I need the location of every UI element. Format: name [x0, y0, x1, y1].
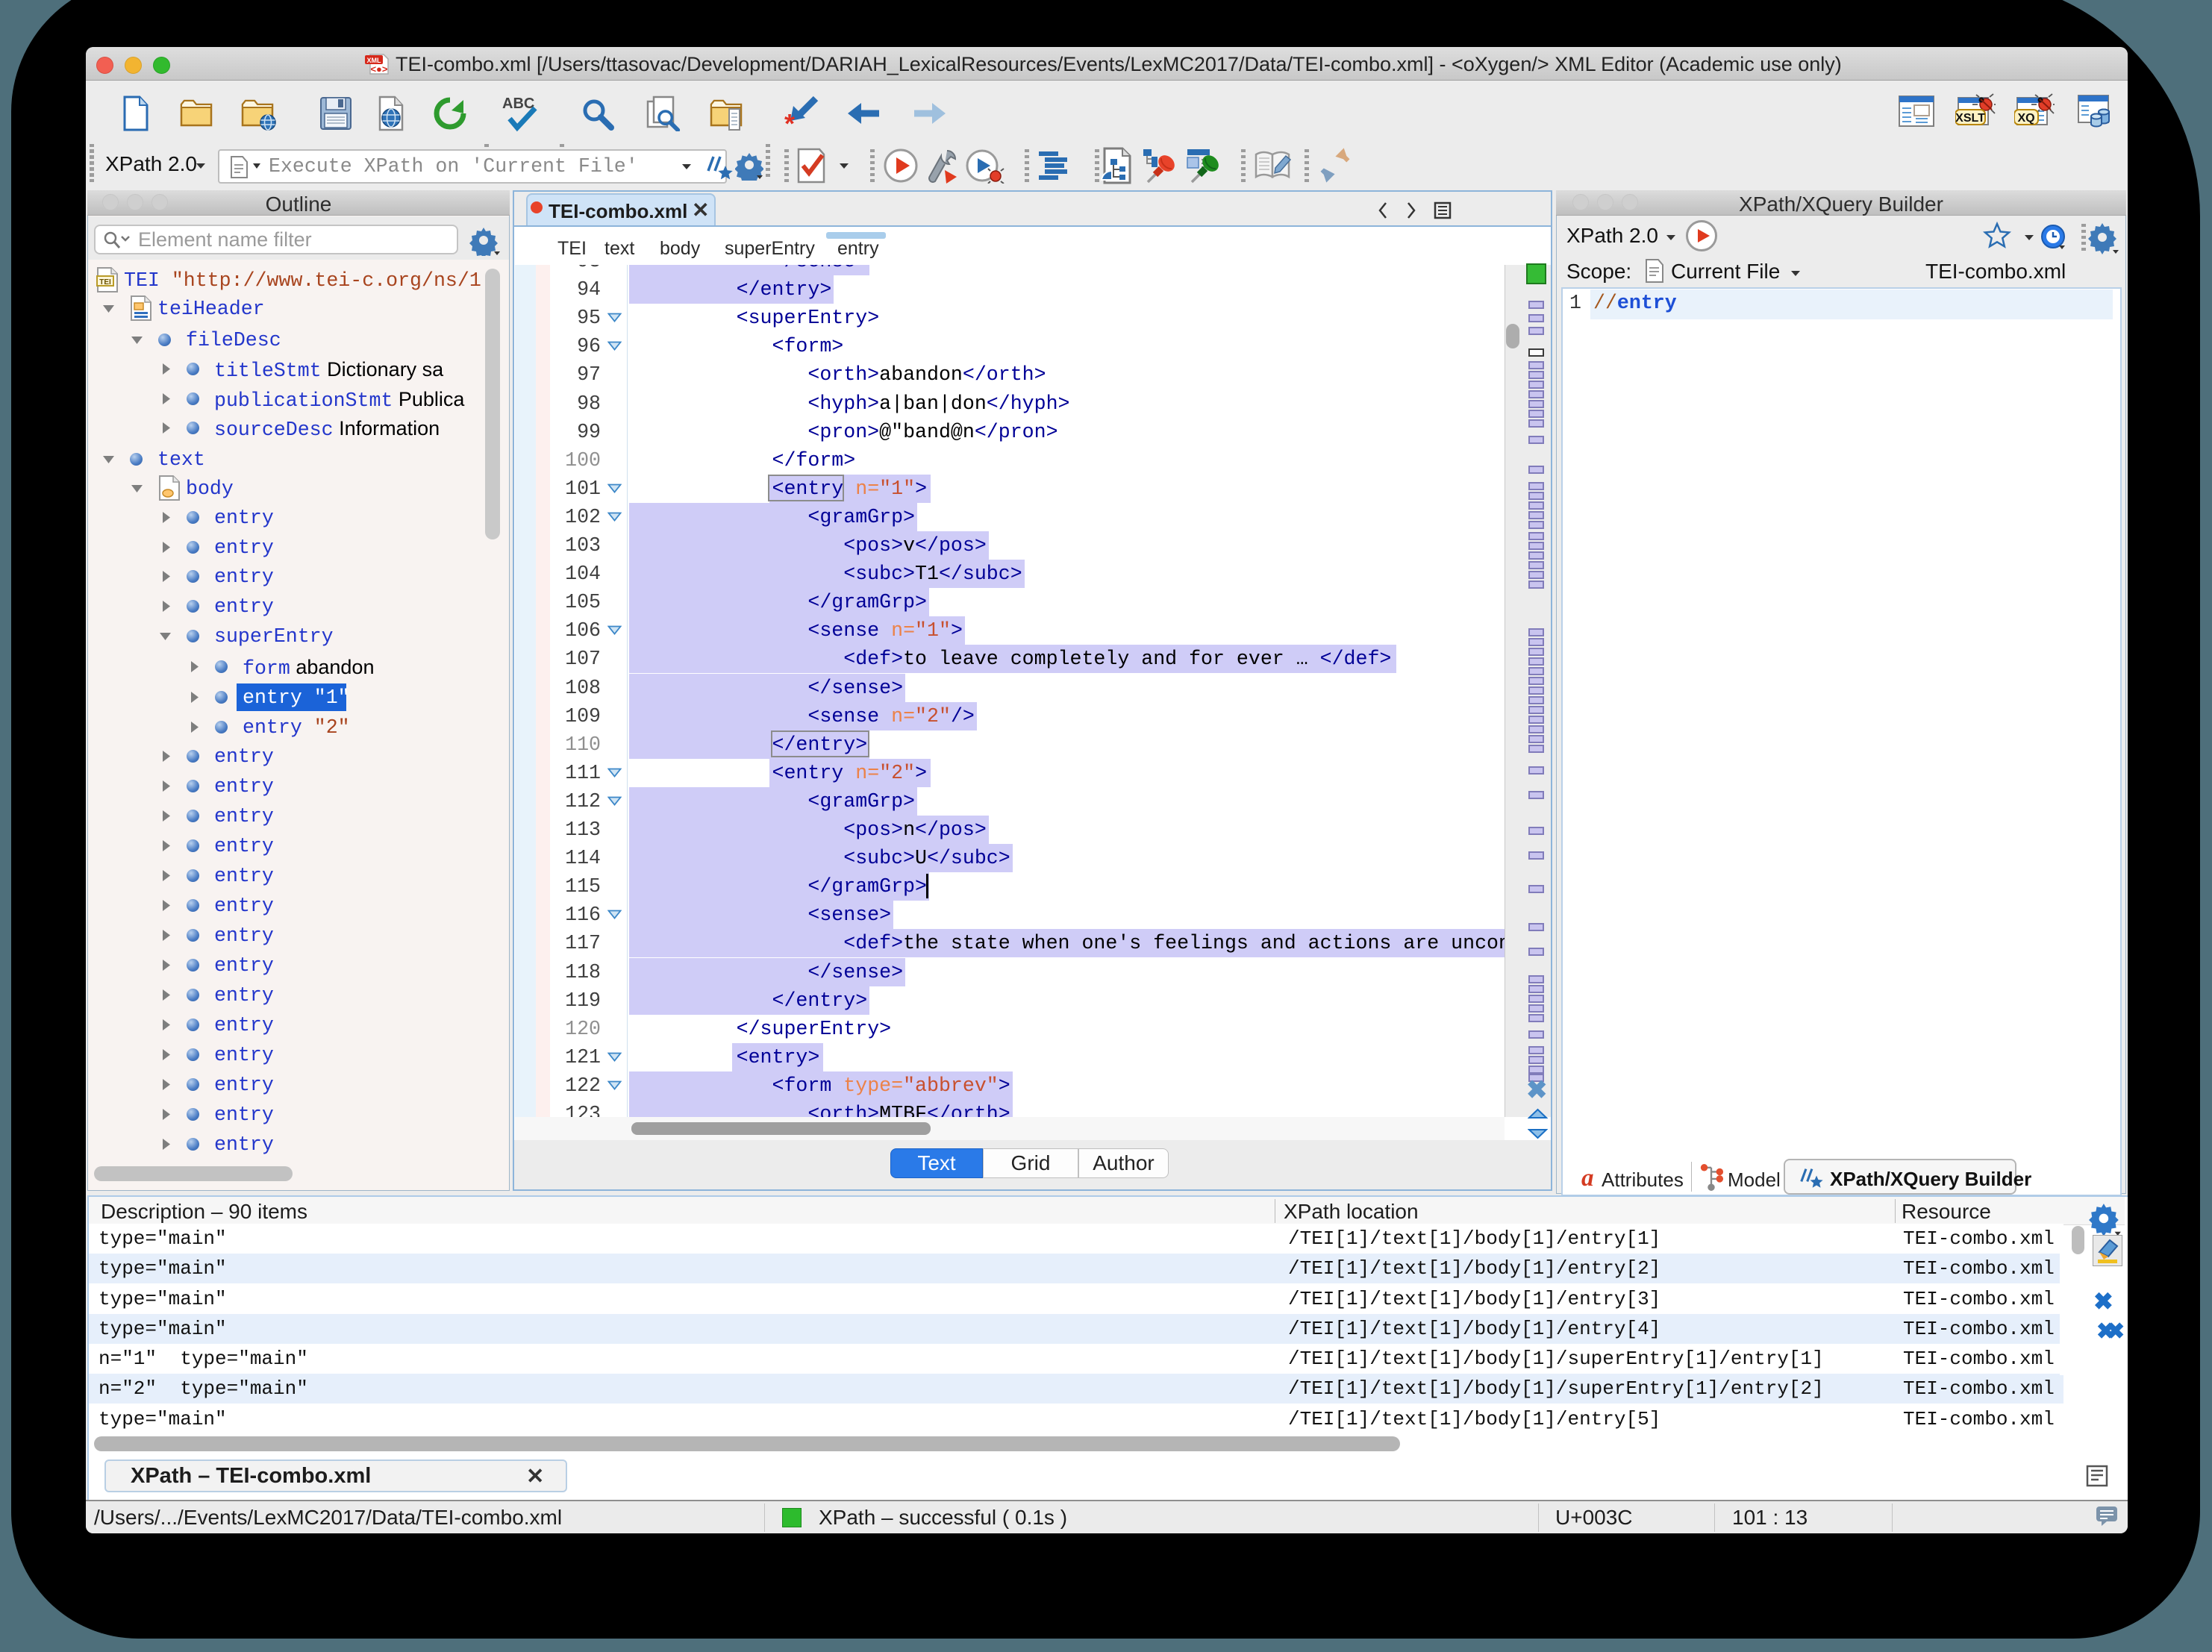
svg-text:XSLT: XSLT [1955, 112, 1985, 125]
svg-text:XQ: XQ [2017, 112, 2034, 125]
svg-text:*: * [784, 108, 795, 131]
svg-text:ABC: ABC [502, 96, 534, 112]
svg-text:<●>: <●> [370, 63, 387, 75]
svg-text:TEI: TEI [99, 278, 111, 287]
